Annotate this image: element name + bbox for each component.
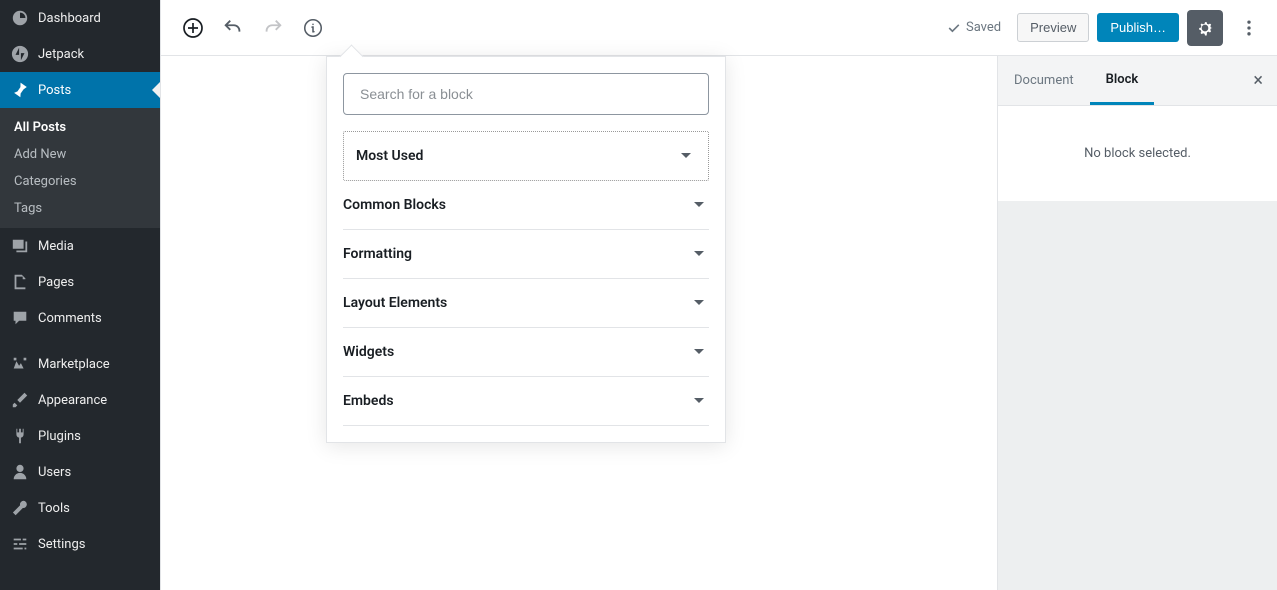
sidebar-item-dashboard[interactable]: Dashboard: [0, 0, 160, 36]
sidebar-item-jetpack[interactable]: Jetpack: [0, 36, 160, 72]
plug-icon: [10, 426, 30, 446]
publish-button[interactable]: Publish…: [1097, 13, 1179, 42]
sidebar-item-label: Plugins: [38, 429, 81, 444]
ellipsis-vertical-icon: [1239, 18, 1259, 38]
sidebar-item-label: Media: [38, 239, 74, 254]
saved-status: Saved: [946, 20, 1001, 36]
sidebar-item-label: Appearance: [38, 393, 107, 408]
block-inserter-popover: Most Used Common Blocks Formatting Layou…: [326, 56, 726, 443]
sidebar-item-label: Pages: [38, 275, 74, 290]
sidebar-item-tools[interactable]: Tools: [0, 490, 160, 526]
sidebar-item-label: Posts: [38, 83, 71, 98]
sidebar-item-plugins[interactable]: Plugins: [0, 418, 160, 454]
inserter-category-widgets[interactable]: Widgets: [343, 328, 709, 377]
sidebar-item-label: Dashboard: [38, 11, 101, 26]
sidebar-item-appearance[interactable]: Appearance: [0, 382, 160, 418]
jetpack-icon: [10, 44, 30, 64]
admin-sidebar: Dashboard Jetpack Posts All Posts Add Ne…: [0, 0, 160, 590]
undo-button[interactable]: [215, 10, 251, 46]
settings-button[interactable]: [1187, 10, 1223, 46]
chevron-down-icon: [676, 146, 696, 166]
gear-icon: [1195, 18, 1215, 38]
brush-icon: [10, 390, 30, 410]
sidebar-item-label: Comments: [38, 311, 102, 326]
tab-document[interactable]: Document: [998, 56, 1090, 105]
chevron-down-icon: [689, 293, 709, 313]
marketplace-icon: [10, 354, 30, 374]
editor-topbar: Saved Preview Publish…: [161, 0, 1277, 56]
inserter-category-most-used[interactable]: Most Used: [343, 131, 709, 181]
sidebar-sub-tags[interactable]: Tags: [0, 195, 160, 222]
chevron-down-icon: [689, 244, 709, 264]
sidebar-item-label: Settings: [38, 537, 85, 552]
sidebar-item-pages[interactable]: Pages: [0, 264, 160, 300]
panel-message: No block selected.: [998, 106, 1277, 201]
sidebar-sub-all-posts[interactable]: All Posts: [0, 114, 160, 141]
inserter-category-embeds[interactable]: Embeds: [343, 377, 709, 426]
content-info-button[interactable]: [295, 10, 331, 46]
chevron-down-icon: [689, 195, 709, 215]
inserter-category-common-blocks[interactable]: Common Blocks: [343, 181, 709, 230]
settings-panel: Document Block × No block selected.: [997, 56, 1277, 590]
more-options-button[interactable]: [1231, 10, 1267, 46]
block-search-input[interactable]: [343, 73, 709, 115]
sidebar-item-settings[interactable]: Settings: [0, 526, 160, 562]
tools-icon: [10, 498, 30, 518]
close-icon: ×: [1253, 70, 1263, 91]
sidebar-sub-categories[interactable]: Categories: [0, 168, 160, 195]
settings-sliders-icon: [10, 534, 30, 554]
media-icon: [10, 236, 30, 256]
dashboard-icon: [10, 8, 30, 28]
panel-close-button[interactable]: ×: [1239, 70, 1277, 91]
preview-button[interactable]: Preview: [1017, 13, 1089, 42]
check-icon: [946, 20, 962, 36]
sidebar-item-label: Tools: [38, 501, 70, 516]
sidebar-sub-add-new[interactable]: Add New: [0, 141, 160, 168]
sidebar-submenu-posts: All Posts Add New Categories Tags: [0, 108, 160, 228]
sidebar-item-media[interactable]: Media: [0, 228, 160, 264]
sidebar-item-posts[interactable]: Posts: [0, 72, 160, 108]
user-icon: [10, 462, 30, 482]
sidebar-item-label: Marketplace: [38, 357, 110, 372]
chevron-down-icon: [689, 391, 709, 411]
sidebar-item-comments[interactable]: Comments: [0, 300, 160, 336]
sidebar-item-marketplace[interactable]: Marketplace: [0, 346, 160, 382]
add-block-button[interactable]: [175, 10, 211, 46]
saved-label: Saved: [966, 20, 1001, 35]
sidebar-item-users[interactable]: Users: [0, 454, 160, 490]
comments-icon: [10, 308, 30, 328]
tab-block[interactable]: Block: [1090, 56, 1155, 105]
inserter-category-layout-elements[interactable]: Layout Elements: [343, 279, 709, 328]
redo-button[interactable]: [255, 10, 291, 46]
pin-icon: [10, 80, 30, 100]
inserter-category-formatting[interactable]: Formatting: [343, 230, 709, 279]
sidebar-item-label: Jetpack: [38, 47, 84, 62]
chevron-down-icon: [689, 342, 709, 362]
pages-icon: [10, 272, 30, 292]
sidebar-item-label: Users: [38, 465, 71, 480]
